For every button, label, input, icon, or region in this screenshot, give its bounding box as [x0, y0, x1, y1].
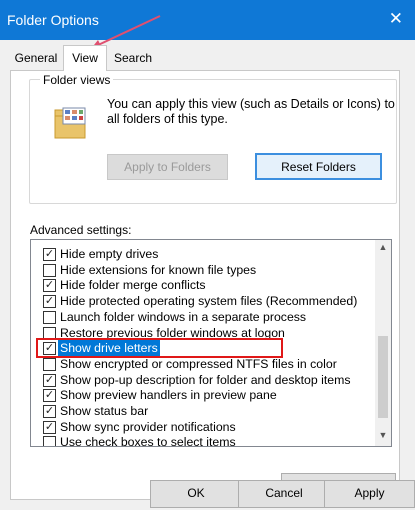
ok-button[interactable]: OK: [150, 480, 242, 508]
list-item[interactable]: ✓ Hide protected operating system files (…: [31, 293, 376, 309]
list-item-label: Hide protected operating system files (R…: [60, 294, 358, 309]
list-item[interactable]: Show encrypted or compressed NTFS files …: [31, 356, 376, 372]
list-item[interactable]: ✓ Show sync provider notifications: [31, 419, 376, 435]
scroll-down-icon[interactable]: ▼: [375, 430, 391, 444]
cancel-button[interactable]: Cancel: [238, 480, 330, 508]
list-item[interactable]: Hide extensions for known file types: [31, 262, 376, 278]
apply-to-folders-button[interactable]: Apply to Folders: [107, 154, 228, 180]
list-item-label: Hide empty drives: [60, 247, 159, 261]
checkbox-checked-icon[interactable]: ✓: [43, 295, 56, 309]
list-item[interactable]: ✓ Show status bar: [31, 403, 376, 419]
folder-views-group: Folder views You can apply this view (su…: [29, 73, 397, 204]
checkbox-checked-icon[interactable]: ✓: [43, 279, 56, 293]
list-item-label: Launch folder windows in a separate proc…: [60, 309, 307, 324]
checkbox-unchecked-icon[interactable]: [43, 326, 56, 340]
dialog-body: General View Search Folder views You can…: [0, 40, 415, 510]
list-item-label: Show preview handlers in preview pane: [60, 388, 277, 403]
checkbox-unchecked-icon[interactable]: [43, 357, 56, 371]
scroll-up-icon[interactable]: ▲: [375, 242, 391, 256]
list-item[interactable]: ✓ Hide empty drives: [31, 246, 376, 262]
reset-folders-button[interactable]: Reset Folders: [255, 153, 382, 180]
view-tab-panel: Folder views You can apply this view (su…: [10, 70, 400, 500]
list-item-label: Hide extensions for known file types: [60, 262, 257, 277]
tab-general[interactable]: General: [9, 48, 63, 70]
vertical-scrollbar[interactable]: ▲ ▼: [375, 240, 391, 446]
checkbox-checked-icon[interactable]: ✓: [43, 373, 56, 387]
list-item-label: Use check boxes to select items: [60, 435, 236, 447]
list-item[interactable]: ✓ Show pop-up description for folder and …: [31, 372, 376, 388]
list-item[interactable]: Restore previous folder windows at logon: [31, 325, 376, 341]
tab-search[interactable]: Search: [107, 48, 159, 70]
folder-views-title: Folder views: [40, 73, 114, 87]
list-item-label: Show drive letters: [58, 340, 160, 357]
checkbox-unchecked-icon[interactable]: [43, 263, 56, 277]
list-item-label: Hide folder merge conflicts: [60, 278, 206, 293]
checkbox-unchecked-icon[interactable]: [43, 436, 56, 446]
folder-views-icon: [54, 107, 86, 139]
checkbox-checked-icon[interactable]: ✓: [43, 389, 56, 403]
list-item[interactable]: Launch folder windows in a separate proc…: [31, 309, 376, 325]
folder-views-description: You can apply this view (such as Details…: [107, 97, 395, 126]
tab-view[interactable]: View: [63, 45, 107, 71]
advanced-settings-label: Advanced settings:: [30, 223, 132, 237]
scroll-thumb[interactable]: [378, 336, 388, 418]
window-title: Folder Options: [7, 12, 99, 28]
checkbox-checked-icon[interactable]: ✓: [43, 405, 56, 418]
list-item[interactable]: Use check boxes to select items: [31, 434, 376, 447]
close-icon[interactable]: ✕: [389, 9, 403, 29]
checkbox-unchecked-icon[interactable]: [43, 310, 56, 324]
title-bar: Folder Options ✕: [0, 0, 415, 40]
checkbox-checked-icon[interactable]: ✓: [43, 420, 56, 434]
reset-folders-label: Reset Folders: [281, 160, 356, 174]
advanced-settings-list[interactable]: ✓ Hide empty drives Hide extensions for kn…: [30, 239, 392, 447]
list-item[interactable]: ✓ Hide folder merge conflicts: [31, 277, 376, 293]
list-item[interactable]: ✓ Show drive letters: [31, 338, 376, 359]
list-item-label: Show status bar: [60, 404, 149, 418]
list-item-label: Show sync provider notifications: [60, 419, 236, 434]
list-item-label: Show pop-up description for folder and d…: [60, 372, 351, 387]
checkbox-checked-icon[interactable]: ✓: [43, 342, 56, 356]
list-item-label: Show encrypted or compressed NTFS files …: [60, 356, 337, 371]
checkbox-checked-icon[interactable]: ✓: [43, 248, 56, 261]
list-item[interactable]: ✓ Show preview handlers in preview pane: [31, 387, 376, 403]
apply-button[interactable]: Apply: [324, 480, 415, 508]
list-item-label: Restore previous folder windows at logon: [60, 325, 285, 340]
